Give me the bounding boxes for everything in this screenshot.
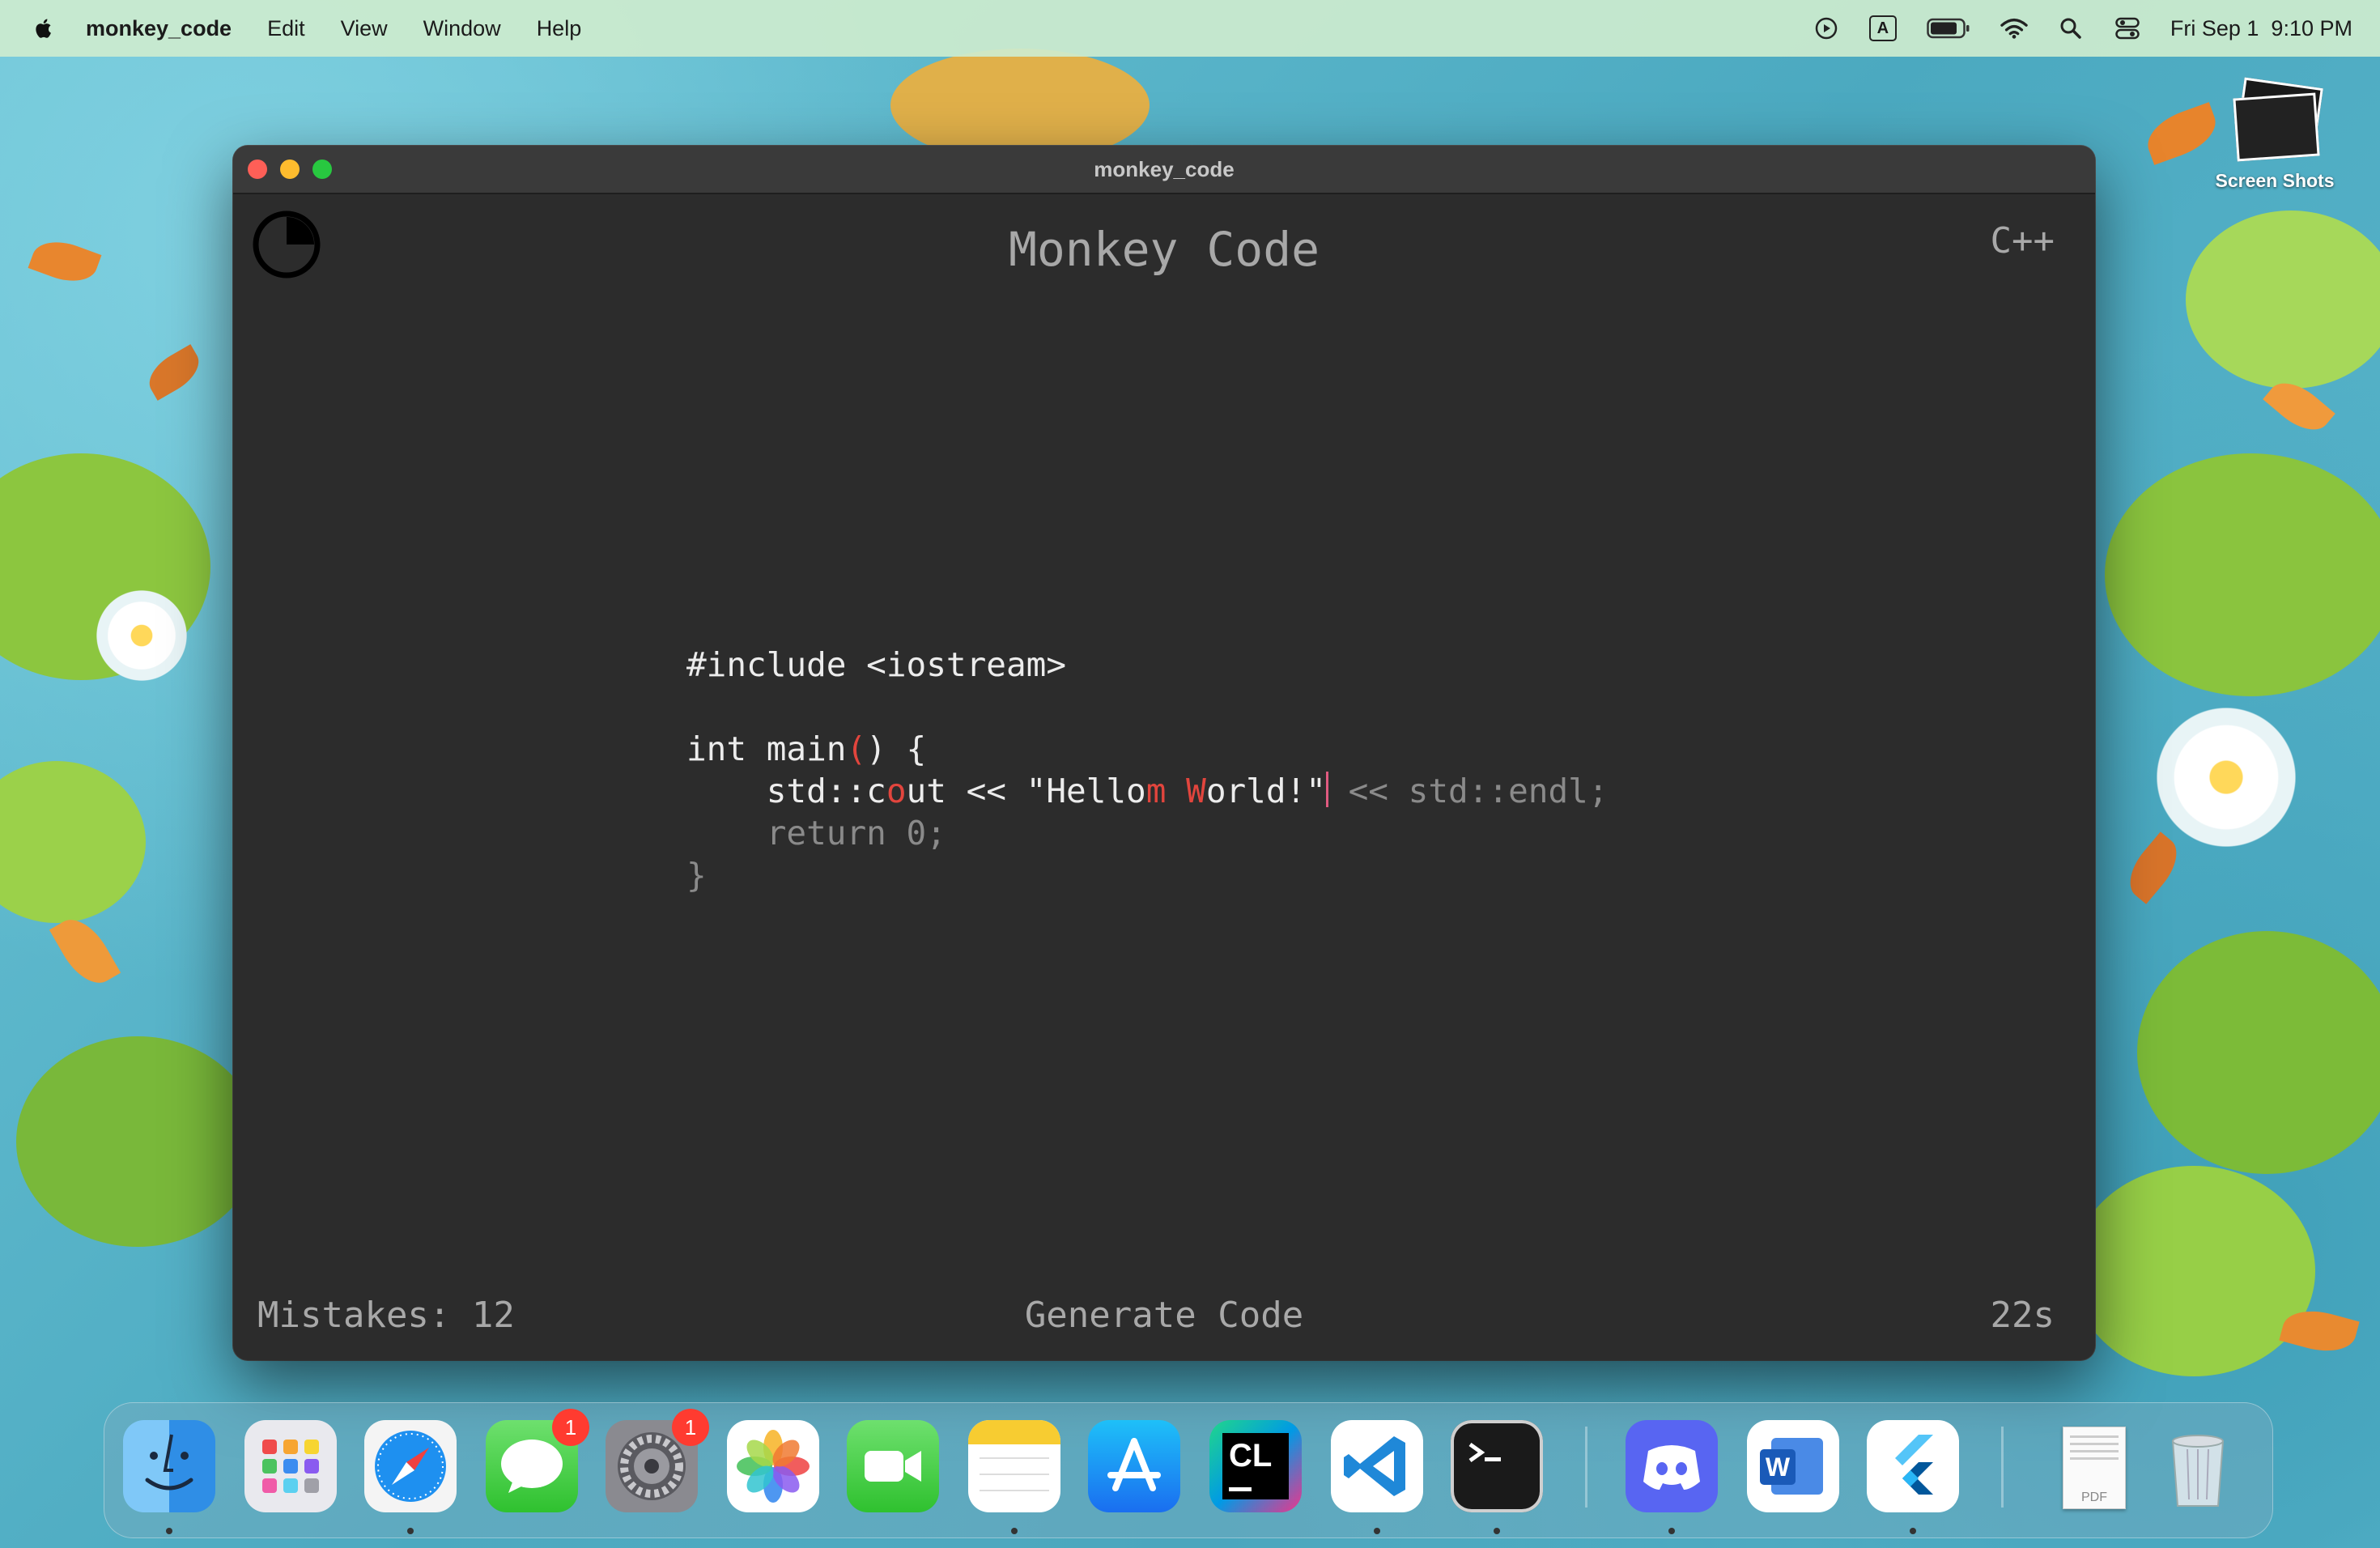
app-store-icon (1107, 1438, 1161, 1491)
photos-flower-icon (737, 1430, 810, 1503)
dock-vscode[interactable] (1331, 1420, 1423, 1512)
code-line: } (686, 854, 1609, 896)
word-letter: W (1760, 1449, 1796, 1485)
menu-window[interactable]: Window (423, 16, 501, 41)
battery-icon[interactable] (1926, 16, 1971, 40)
pending-text: return 0; (686, 814, 946, 853)
keyboard-input-icon[interactable]: A (1868, 15, 1897, 41)
desktop-folder-screen-shots[interactable]: Screen Shots (2202, 74, 2348, 192)
control-center-icon[interactable] (2114, 16, 2141, 40)
pending-text: } (686, 856, 707, 895)
code-line-current: std::cout << "Hellom World!" << std::end… (686, 770, 1609, 812)
dock-running-dot (1668, 1528, 1675, 1534)
flutter-icon (1895, 1435, 1933, 1495)
mistake-char: o (886, 772, 907, 810)
discord-icon (1643, 1445, 1700, 1490)
typed-text: orld!" (1205, 772, 1326, 810)
dock-messages[interactable]: 1 (486, 1409, 589, 1512)
typed-text (1166, 772, 1186, 810)
desktop-folder-label: Screen Shots (2215, 170, 2335, 191)
dock-terminal[interactable] (1451, 1420, 1543, 1512)
menu-clock[interactable]: Fri Sep 1 9:10 PM (2170, 16, 2352, 41)
menu-view[interactable]: View (341, 16, 388, 41)
dock-separator (1585, 1427, 1587, 1508)
dock-discord[interactable] (1626, 1420, 1718, 1512)
status-footer: Mistakes: 12 Generate Code 22s (233, 1287, 2095, 1336)
dock-notes[interactable] (968, 1420, 1060, 1512)
clion-icon: CL (1222, 1433, 1289, 1499)
notes-icon (968, 1420, 1060, 1444)
dock-running-dot (407, 1528, 414, 1534)
safari-compass-icon (375, 1431, 446, 1502)
search-icon[interactable] (2057, 16, 2085, 40)
terminal-prompt-icon (1468, 1442, 1501, 1463)
typed-text: ) { (866, 729, 927, 768)
dock-launchpad[interactable] (244, 1420, 337, 1512)
menu-app-name[interactable]: monkey_code (86, 16, 232, 41)
code-typing-area[interactable]: #include <iostream> int main() { std::co… (686, 644, 1609, 896)
elapsed-time: 22s (1990, 1295, 2055, 1336)
dock-system-settings[interactable]: 1 (606, 1409, 709, 1512)
generate-code-button[interactable]: Generate Code (233, 1295, 2095, 1336)
dock-word[interactable]: W (1747, 1420, 1839, 1512)
notification-badge: 1 (552, 1409, 589, 1446)
dock-running-dot (1374, 1528, 1380, 1534)
dock-running-dot (1494, 1528, 1500, 1534)
dock-running-dot (166, 1528, 172, 1534)
clion-label: CL (1229, 1438, 1273, 1474)
wifi-icon[interactable] (2000, 16, 2028, 40)
mistake-char: ( (846, 729, 867, 768)
menu-edit[interactable]: Edit (267, 16, 305, 41)
screenshot-stack-icon (2230, 74, 2323, 164)
mistake-char: m (1145, 772, 1167, 810)
dock-facetime[interactable] (847, 1420, 939, 1512)
typed-text: ut << "Hello (906, 772, 1146, 810)
video-camera-icon (865, 1451, 921, 1482)
code-line: int main() { (686, 728, 1609, 770)
pending-text: << std::endl; (1328, 772, 1609, 810)
dock-clion[interactable]: CL (1209, 1420, 1302, 1512)
code-line: return 0; (686, 812, 1609, 854)
dock-photos[interactable] (727, 1420, 819, 1512)
dock: 1 1 CL W PDF (104, 1402, 2273, 1538)
dock-safari[interactable] (364, 1420, 457, 1512)
typed-text: std::c (686, 772, 886, 810)
window-titlebar[interactable]: monkey_code (233, 146, 2095, 194)
dock-app-store[interactable] (1088, 1420, 1180, 1512)
vscode-icon (1344, 1436, 1405, 1496)
dock-trash[interactable] (2152, 1420, 2244, 1512)
dock-pdf-document[interactable]: PDF (2046, 1420, 2139, 1512)
finder-icon (145, 1434, 193, 1491)
input-source-label: A (1868, 15, 1897, 41)
menu-bar: monkey_code Edit View Window Help A Fri … (0, 0, 2380, 57)
app-title: Monkey Code (1008, 222, 1320, 277)
window-title: monkey_code (1094, 157, 1235, 181)
dock-separator (2001, 1427, 2004, 1508)
pdf-label: PDF (2081, 1491, 2107, 1504)
notification-badge: 1 (672, 1409, 709, 1446)
typed-text: #include <iostream> (686, 645, 1066, 684)
apple-icon[interactable] (32, 15, 55, 41)
mistake-char: W (1186, 772, 1206, 810)
launchpad-grid-icon (262, 1440, 319, 1493)
code-line: #include <iostream> (686, 644, 1609, 686)
trash-icon (2171, 1435, 2225, 1507)
pdf-file-icon: PDF (2063, 1427, 2126, 1509)
language-selector[interactable]: C++ (1991, 220, 2055, 262)
menu-help[interactable]: Help (537, 16, 582, 41)
dock-flutter[interactable] (1867, 1420, 1959, 1512)
now-playing-icon[interactable] (1813, 16, 1840, 40)
app-window: monkey_code Monkey Code C++ #include <io… (233, 146, 2095, 1360)
dock-running-dot (1011, 1528, 1018, 1534)
typed-text: int main (686, 729, 847, 768)
dock-running-dot (1910, 1528, 1916, 1534)
dock-finder[interactable] (123, 1420, 215, 1512)
